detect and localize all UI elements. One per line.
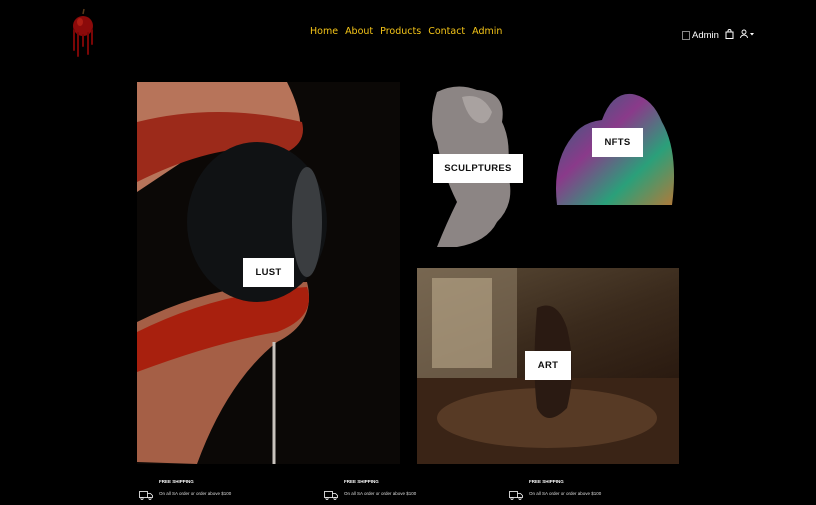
nfts-label[interactable]: NFTS — [592, 128, 643, 157]
nav-contact[interactable]: Contact — [428, 26, 465, 37]
admin-image-link[interactable]: Admin — [682, 30, 719, 41]
shopping-bag-icon[interactable] — [725, 26, 734, 44]
apple-logo[interactable] — [68, 6, 98, 60]
feature-subtitle: On all SA order or order above $100 — [344, 491, 417, 496]
nav-about[interactable]: About — [345, 26, 373, 37]
truck-icon — [324, 487, 338, 505]
art-label[interactable]: ART — [525, 351, 571, 380]
truck-icon — [509, 487, 523, 505]
truck-icon — [139, 487, 153, 505]
feature-title: FREE SHIPPING — [159, 479, 194, 484]
admin-alt-text: Admin — [692, 29, 719, 41]
feature-title: FREE SHIPPING — [529, 479, 564, 484]
header-actions: Admin — [682, 26, 756, 44]
nav-products[interactable]: Products — [380, 26, 421, 37]
sculptures-label[interactable]: SCULPTURES — [433, 154, 523, 183]
lust-label[interactable]: LUST — [243, 258, 294, 287]
user-dropdown-icon[interactable] — [739, 26, 756, 44]
broken-image-icon — [682, 30, 690, 40]
feature-title: FREE SHIPPING — [344, 479, 379, 484]
feature-subtitle: On all SA order or order above $100 — [159, 491, 232, 496]
category-tile-art[interactable]: ART — [417, 268, 679, 464]
category-tile-nfts[interactable]: NFTS — [552, 82, 679, 205]
nav-home[interactable]: Home — [310, 26, 338, 37]
category-tile-lust[interactable]: LUST — [137, 82, 400, 464]
nav-admin[interactable]: Admin — [472, 26, 502, 37]
category-tile-sculptures[interactable]: SCULPTURES — [417, 82, 542, 252]
main-nav: Home About Products Contact Admin — [310, 26, 509, 37]
feature-subtitle: On all SA order or order above $100 — [529, 491, 602, 496]
